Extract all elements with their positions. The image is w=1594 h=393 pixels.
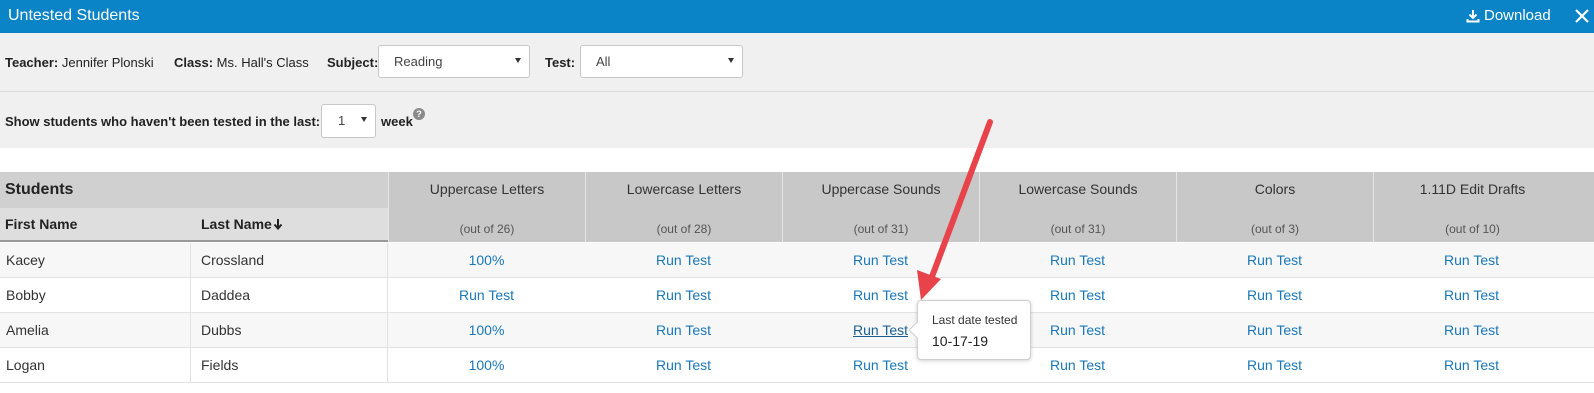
column-divider <box>190 243 191 278</box>
test-header-lowercase-letters[interactable]: Lowercase Letters (out of 28) <box>585 172 782 242</box>
test-select-value: All <box>596 54 611 69</box>
run-test-link[interactable]: Run Test <box>979 243 1176 278</box>
test-name: Uppercase Letters <box>429 181 545 197</box>
test-name: Lowercase Letters <box>626 181 742 197</box>
teacher-label: Teacher: <box>5 55 59 70</box>
class-filter: Class: Ms. Hall's Class <box>174 55 309 70</box>
table-row: Logan Fields 100% Run Test Run Test Run … <box>0 348 1594 383</box>
test-header-colors[interactable]: Colors (out of 3) <box>1176 172 1373 242</box>
title-bar: Untested Students Download <box>0 0 1594 33</box>
run-test-link[interactable]: Run Test <box>585 243 782 278</box>
test-max-score: (out of 28) <box>656 222 712 236</box>
run-test-link[interactable]: Run Test <box>585 278 782 313</box>
run-test-link[interactable]: Run Test <box>1176 348 1373 383</box>
chevron-down-icon <box>728 58 734 63</box>
score-link[interactable]: 100% <box>388 313 585 348</box>
last-name-cell: Daddea <box>201 287 251 303</box>
class-value: Ms. Hall's Class <box>216 55 309 70</box>
time-window-value: 1 <box>338 113 346 128</box>
test-name: Lowercase Sounds <box>1018 181 1138 197</box>
first-name-cell: Amelia <box>6 322 49 338</box>
table-row: Bobby Daddea Run Test Run Test Run Test … <box>0 278 1594 313</box>
subject-label: Subject: <box>327 55 379 70</box>
download-icon <box>1466 9 1480 22</box>
filter-bar: Teacher: Jennifer Plonski Class: Ms. Hal… <box>0 33 1594 92</box>
chevron-down-icon <box>361 117 367 122</box>
time-window-filter: Show students who haven't been tested in… <box>0 92 1594 148</box>
close-icon[interactable] <box>1572 6 1592 26</box>
students-header: Students <box>0 172 388 208</box>
test-header-uppercase-sounds[interactable]: Uppercase Sounds (out of 31) <box>782 172 979 242</box>
run-test-link[interactable]: Run Test <box>585 348 782 383</box>
last-name-cell: Crossland <box>201 252 265 268</box>
tooltip-date: 10-17-19 <box>932 333 989 349</box>
first-name-header[interactable]: First Name <box>5 216 77 232</box>
last-name-cell: Fields <box>201 357 239 373</box>
test-max-score: (out of 26) <box>459 222 515 236</box>
last-name-cell: Dubbs <box>201 322 242 338</box>
test-max-score: (out of 10) <box>1445 222 1500 236</box>
students-header-label: Students <box>5 181 74 198</box>
chevron-down-icon <box>515 58 521 63</box>
table-row: Amelia Dubbs 100% Run Test Run Test Run … <box>0 313 1594 348</box>
test-header-lowercase-sounds[interactable]: Lowercase Sounds (out of 31) <box>979 172 1176 242</box>
column-divider <box>190 348 191 383</box>
test-max-score: (out of 31) <box>1050 222 1106 236</box>
test-name: 1.11D Edit Drafts <box>1419 181 1526 197</box>
run-test-link[interactable]: Run Test <box>1176 278 1373 313</box>
test-max-score: (out of 3) <box>1250 222 1300 236</box>
time-window-prompt: Show students who haven't been tested in… <box>5 114 321 129</box>
first-name-cell: Kacey <box>6 252 45 268</box>
download-label: Download <box>1484 7 1551 24</box>
test-label-wrap: Test: <box>545 55 575 70</box>
test-select[interactable]: All <box>580 45 743 78</box>
column-divider <box>190 278 191 313</box>
subject-label-wrap: Subject: <box>327 55 378 70</box>
score-link[interactable]: 100% <box>388 243 585 278</box>
dialog-title: Untested Students <box>8 7 140 24</box>
test-header-edit-drafts[interactable]: 1.11D Edit Drafts (out of 10) <box>1373 172 1594 242</box>
run-test-link[interactable]: Run Test <box>1176 243 1373 278</box>
run-test-link[interactable]: Run Test <box>388 278 585 313</box>
untested-students-table: Students First Name Last Name Uppercase … <box>0 172 1594 393</box>
score-link[interactable]: 100% <box>388 348 585 383</box>
test-max-score: (out of 31) <box>853 222 909 236</box>
test-label: Test: <box>545 55 576 70</box>
run-test-link[interactable]: Run Test <box>1176 313 1373 348</box>
test-header-uppercase-letters[interactable]: Uppercase Letters (out of 26) <box>388 172 585 242</box>
run-test-link[interactable]: Run Test <box>1373 348 1570 383</box>
run-test-link[interactable]: Run Test <box>585 313 782 348</box>
table-row: Kacey Crossland 100% Run Test Run Test R… <box>0 243 1594 278</box>
run-test-link[interactable]: Run Test <box>1373 243 1570 278</box>
name-column-headers: First Name Last Name <box>0 208 388 242</box>
column-divider <box>190 313 191 348</box>
run-test-link[interactable]: Run Test <box>782 243 979 278</box>
tooltip-label: Last date tested <box>932 313 1018 327</box>
last-name-header[interactable]: Last Name <box>201 216 272 232</box>
sort-down-icon[interactable] <box>273 218 283 230</box>
subject-select-value: Reading <box>394 54 443 69</box>
run-test-link[interactable]: Run Test <box>1373 278 1570 313</box>
test-name: Uppercase Sounds <box>821 181 941 197</box>
teacher-value: Jennifer Plonski <box>61 55 154 70</box>
run-test-link[interactable]: Run Test <box>1373 313 1570 348</box>
test-name: Colors <box>1254 181 1296 197</box>
first-name-cell: Logan <box>6 357 45 373</box>
class-label: Class: <box>174 55 214 70</box>
first-name-cell: Bobby <box>6 287 46 303</box>
time-window-unit: week <box>381 114 413 129</box>
download-button[interactable]: Download <box>1466 7 1551 24</box>
help-icon[interactable]: ? <box>413 108 425 120</box>
time-window-select[interactable]: 1 <box>321 104 376 138</box>
last-tested-tooltip: Last date tested 10-17-19 <box>908 300 1031 360</box>
teacher-filter: Teacher: Jennifer Plonski <box>5 55 154 70</box>
subject-select[interactable]: Reading <box>378 45 530 78</box>
